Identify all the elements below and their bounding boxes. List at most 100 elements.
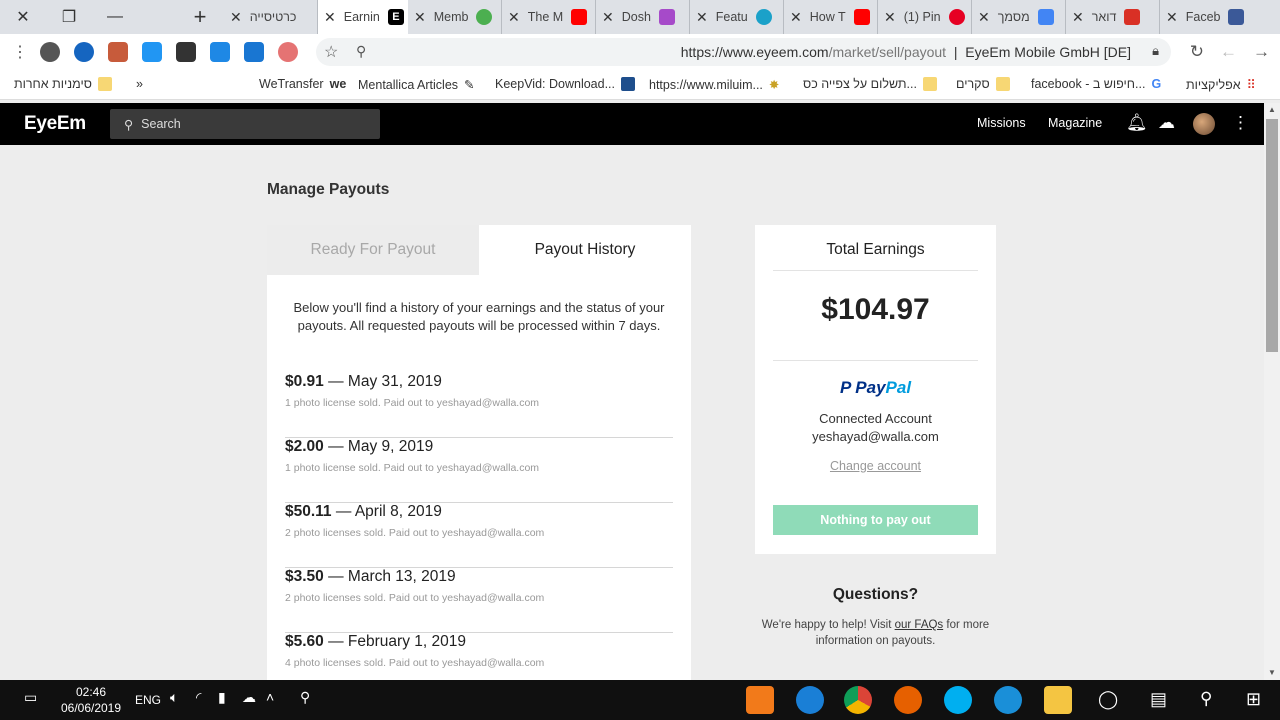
url-text[interactable]: https://www.eyeem.com/market/sell/payout… <box>681 44 1131 60</box>
close-tab-icon[interactable]: ✕ <box>508 9 520 26</box>
close-tab-icon[interactable]: ✕ <box>1166 9 1178 26</box>
tray-expand-icon[interactable]: ˄ <box>266 689 274 705</box>
page-scrollbar[interactable]: ▲ ▼ <box>1264 103 1280 680</box>
task-view-icon[interactable]: ▤ <box>1150 689 1167 710</box>
scroll-down-arrow-icon[interactable]: ▼ <box>1264 666 1280 680</box>
back-icon[interactable]: → <box>1253 42 1270 62</box>
bookmark-label: https://www.miluim... <box>649 77 763 92</box>
close-tab-icon[interactable]: ✕ <box>324 9 336 26</box>
scroll-up-arrow-icon[interactable]: ▲ <box>1264 103 1280 117</box>
pay-out-button[interactable]: Nothing to pay out <box>773 505 978 535</box>
browser-tab[interactable]: ✕ מסמך <box>972 0 1066 34</box>
close-tab-icon[interactable]: ✕ <box>602 9 614 26</box>
bookmark-item[interactable]: facebook - חיפוש ב... G <box>1031 77 1161 91</box>
nav-missions-link[interactable]: Missions <box>977 116 1026 130</box>
people-icon[interactable]: ⚲ <box>300 689 310 706</box>
user-avatar[interactable] <box>1193 113 1215 135</box>
restore-window-icon[interactable]: ❐ <box>46 0 92 34</box>
more-menu-icon[interactable]: ⋮ <box>1232 113 1249 133</box>
browser-tab[interactable]: ✕ How T <box>784 0 878 34</box>
browser-menu-icon[interactable]: ⋮ <box>12 42 28 62</box>
browser-tab[interactable]: ✕ Dosh <box>596 0 690 34</box>
payout-amount: $3.50 <box>285 568 324 585</box>
bookmark-apps[interactable]: אפליקציות ⠿ <box>1186 77 1256 93</box>
close-tab-icon[interactable]: ✕ <box>978 9 990 26</box>
bookmark-item[interactable]: KeepVid: Download... <box>495 77 635 91</box>
browser-tab[interactable]: ✕ The M <box>502 0 596 34</box>
minimize-window-icon[interactable]: — <box>92 0 138 34</box>
eyeem-logo[interactable]: EyeEm <box>24 113 86 135</box>
pdf-extension-icon[interactable] <box>108 42 128 62</box>
tab-label: Memb <box>433 10 469 24</box>
page-title: Manage Payouts <box>267 181 390 198</box>
omnibox[interactable]: ☆ ⚲ https://www.eyeem.com/market/sell/pa… <box>316 38 1171 66</box>
app-launcher-icon[interactable] <box>746 686 774 714</box>
forward-icon[interactable]: ← <box>1220 42 1237 62</box>
nav-magazine-link[interactable]: Magazine <box>1048 116 1102 130</box>
tab-favicon-icon <box>755 9 772 25</box>
browser-tab-active[interactable]: ✕ Earnin E <box>318 0 408 34</box>
bookmark-item[interactable]: סקרים <box>956 77 1010 91</box>
wr-extension-icon[interactable] <box>176 42 196 62</box>
close-tab-icon[interactable]: ✕ <box>790 9 802 26</box>
action-center-icon[interactable]: ▭ <box>24 689 37 706</box>
firefox-browser-icon[interactable] <box>894 686 922 714</box>
bookmark-overflow[interactable]: » <box>136 77 143 91</box>
faq-link[interactable]: our FAQs <box>895 619 944 631</box>
new-tab-button[interactable]: + <box>186 4 214 30</box>
bookmark-other[interactable]: סימניות אחרות <box>14 77 112 91</box>
bookmark-label: WeTransfer <box>259 77 324 91</box>
extension-icon[interactable] <box>142 42 162 62</box>
bookmark-item[interactable]: https://www.miluim... ✸ <box>649 77 779 93</box>
iq-extension-icon[interactable] <box>210 42 230 62</box>
extension-icon[interactable] <box>40 42 60 62</box>
extension-icon[interactable] <box>244 42 264 62</box>
wifi-icon[interactable]: ◜ <box>196 689 201 706</box>
share-extension-icon[interactable] <box>74 42 94 62</box>
cortana-icon[interactable]: ◯ <box>1098 689 1118 710</box>
reload-icon[interactable]: ↻ <box>1190 42 1204 62</box>
bookmark-label: סקרים <box>956 77 990 91</box>
tab-payout-history[interactable]: Payout History <box>479 225 691 275</box>
close-tab-icon[interactable]: ✕ <box>414 9 426 26</box>
close-tab-icon[interactable]: ✕ <box>696 9 708 26</box>
edge-browser-icon[interactable] <box>796 686 824 714</box>
scroll-thumb[interactable] <box>1266 119 1278 352</box>
browser-tab[interactable]: ✕ Memb <box>408 0 502 34</box>
onedrive-icon[interactable]: ☁ <box>242 689 256 706</box>
browser-tab[interactable]: ✕ Faceb <box>1160 0 1256 34</box>
skype-icon[interactable] <box>944 686 972 714</box>
lock-icon[interactable]: 🔒︎ <box>1152 43 1159 59</box>
language-indicator[interactable]: ENG <box>135 693 161 707</box>
search-icon[interactable]: ⚲ <box>1200 689 1212 709</box>
extension-icon[interactable] <box>278 42 298 62</box>
bookmark-item[interactable]: Mentallica Articles ✎ <box>358 77 475 93</box>
bookmark-label: תשלום על צפייה כס... <box>803 77 917 91</box>
close-tab-icon[interactable]: ✕ <box>884 9 896 26</box>
change-account-link[interactable]: Change account <box>755 459 996 473</box>
volume-icon[interactable]: 🔈︎ <box>170 689 178 706</box>
chrome-browser-icon[interactable] <box>844 686 872 714</box>
close-tab-icon[interactable]: ✕ <box>230 9 242 26</box>
browser-tab[interactable]: ✕ Featu <box>690 0 784 34</box>
tab-ready-for-payout[interactable]: Ready For Payout <box>267 225 479 275</box>
close-window-icon[interactable]: ✕ <box>0 0 46 34</box>
bookmark-star-icon[interactable]: ☆ <box>324 42 338 62</box>
search-app-icon[interactable] <box>994 686 1022 714</box>
windows-start-icon[interactable]: ⊞ <box>1246 689 1261 710</box>
close-tab-icon[interactable]: ✕ <box>1072 9 1084 26</box>
bookmark-item[interactable]: תשלום על צפייה כס... <box>803 77 937 91</box>
payout-amount: $50.11 <box>285 503 332 520</box>
battery-icon[interactable]: ▮ <box>218 689 226 706</box>
upload-cloud-icon[interactable]: ☁ <box>1158 113 1175 133</box>
file-explorer-icon[interactable] <box>1044 686 1072 714</box>
taskbar-clock[interactable]: 02:46 06/06/2019 <box>58 684 124 716</box>
browser-tab[interactable]: ✕ דואר <box>1066 0 1160 34</box>
browser-tab[interactable]: ✕ (1) Pin <box>878 0 972 34</box>
notifications-bell-icon[interactable]: 🔔︎ <box>1126 113 1148 133</box>
browser-tab[interactable]: ✕ כרטיסייה <box>224 0 318 34</box>
bookmark-item[interactable]: WeTransfer we <box>259 77 346 91</box>
search-input[interactable]: ⚲ Search <box>110 109 380 139</box>
paypal-logo: P PayPal <box>755 378 996 398</box>
key-icon[interactable]: ⚲ <box>356 43 366 60</box>
